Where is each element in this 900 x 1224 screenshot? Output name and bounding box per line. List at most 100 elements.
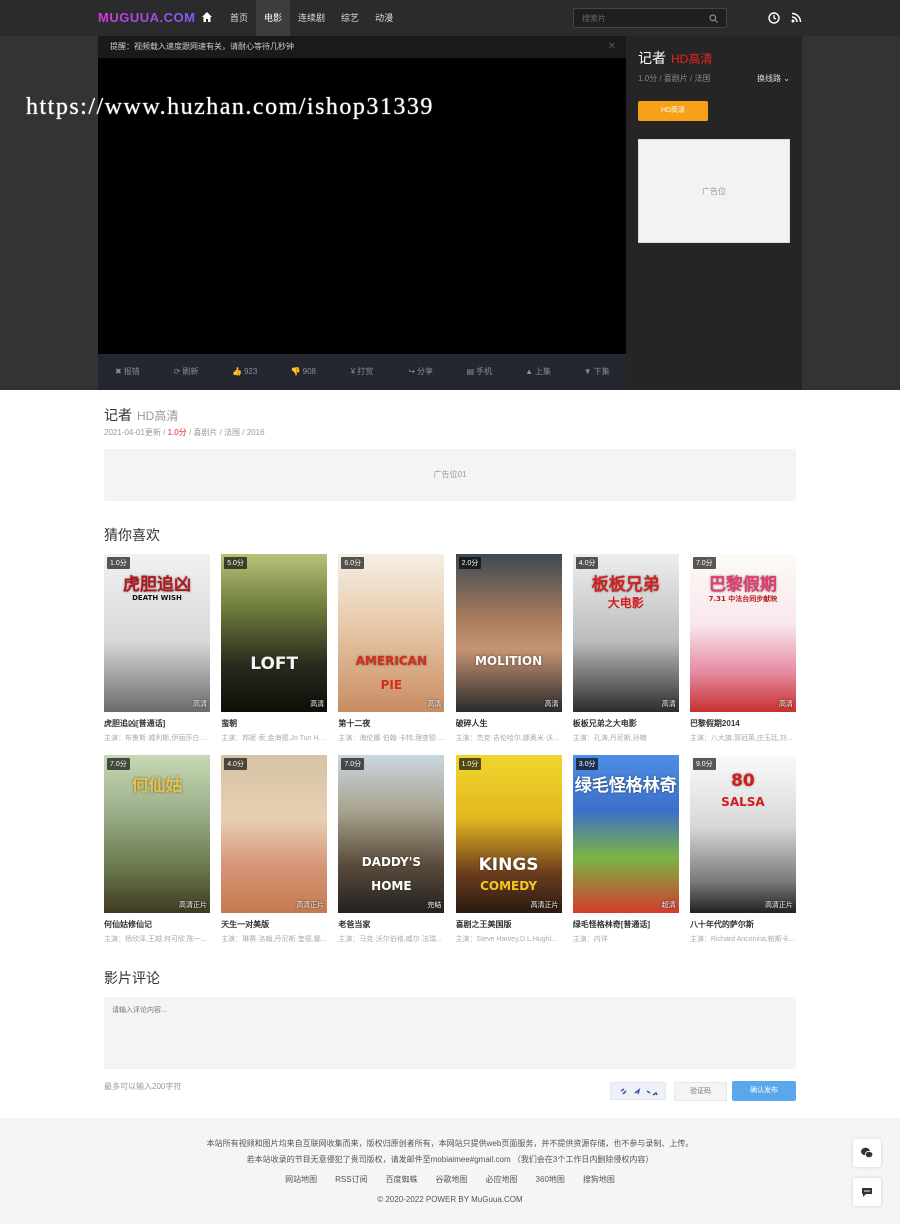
toolbar-icon: ✖ [114,367,122,376]
captcha-image[interactable] [610,1082,666,1100]
movie-card[interactable]: 绿毛怪格林奇 3.0分 超清 绿毛怪格林奇[普通话] 主演：内详 [572,755,679,944]
search-input[interactable] [582,12,702,24]
chat-float-button[interactable] [853,1178,881,1206]
movie-card[interactable]: 虎胆追凶 DEATH WISH 1.0分 高清 虎胆追凶[普通话] 主演：布鲁斯·威利斯,… [104,554,210,743]
movie-card-title[interactable]: 破碎人生 [456,718,562,729]
nav-item[interactable]: 综艺 [333,0,367,36]
movie-card-title[interactable]: 喜剧之王美国版 [456,919,562,930]
movie-card-title[interactable]: 何仙姑修仙记 [104,919,210,930]
score-badge: 3.0分 [575,758,599,770]
home-icon[interactable] [201,11,213,23]
toolbar-button[interactable]: ▼ 下集 [567,354,626,390]
site-logo[interactable]: MUGUUA.COM [98,10,195,25]
movie-card[interactable]: 何仙姑 7.0分 高清正片 何仙姑修仙记 主演：杨欣泽,王越,何可欣,陈一... [104,755,210,944]
movie-card[interactable]: 巴黎假期 7.31 中法台同步献映 7.0分 高清 巴黎假期2014 主演：八大旗,郭冠英… [689,554,796,743]
movie-card-title[interactable]: 虎胆追凶[普通话] [104,718,210,729]
poster-title-art: 绿毛怪格林奇 [574,776,677,796]
movie-card[interactable]: AMERICAN PIE 6.0分 高清 第十二夜 主演：海伦娜·伯翰·卡特,理查德·..… [338,554,445,743]
score-badge: 5.0分 [224,557,247,569]
comment-textarea[interactable] [104,997,796,1069]
movie-card[interactable]: KINGS COMEDY 1.0分 高清正片 喜剧之王美国版 主演：Steve Harve… [455,755,562,944]
movie-card-title[interactable]: 板板兄弟之大电影 [573,718,679,729]
footer-link[interactable]: 必应地图 [486,1174,518,1185]
movie-poster[interactable]: 绿毛怪格林奇 3.0分超清 [572,755,679,913]
toolbar-button[interactable]: ⟳ 刷新 [157,354,216,390]
movie-card[interactable]: 板板兄弟 大电影 4.0分 高清 板板兄弟之大电影 主演：孔涛,丹尼斯,孙楠 [572,554,679,743]
wechat-float-button[interactable] [853,1139,881,1167]
movie-card[interactable]: 4.0分 高清正片 天生一对美版 主演：琳赛·洛翰,丹尼斯·奎德,娜... [221,755,328,944]
movie-card-title[interactable]: 八十年代的萨尔斯 [690,919,796,930]
poster-title-art: 板板兄弟 [591,575,660,595]
quality-label: 超清 [661,902,676,909]
toolbar-button[interactable]: ▤ 手机 [450,354,509,390]
movie-poster[interactable]: AMERICAN PIE 6.0分 高清 [338,554,445,712]
toolbar-button[interactable]: 👎 908 [274,354,333,390]
footer-link[interactable]: 百度蜘蛛 [386,1174,418,1185]
movie-poster[interactable]: 板板兄弟 大电影 4.0分 高清 [572,554,679,712]
score-badge: 1.0分 [107,557,130,569]
movie-poster[interactable]: KINGS COMEDY 1.0分 高清正片 [455,755,562,913]
toolbar-button[interactable]: ↪ 分享 [391,354,450,390]
quality-label: 高清正片 [296,902,325,909]
movie-card[interactable]: 80 SALSA 9.0分 高清正片 八十年代的萨尔斯 主演：Richard Anconi… [689,755,796,944]
footer-link[interactable]: 360地图 [536,1174,565,1185]
panel-meta: 1.0分 / 喜剧片 / 法国 [638,74,711,83]
movie-poster[interactable]: 虎胆追凶 DEATH WISH 1.0分 高清 [104,554,210,712]
movie-card[interactable]: LOFT 5.0分 高清 蛮朝 主演：邦妮·索,金海德,Jo Tun Hy... [221,554,328,743]
meta-suffix: / 喜剧片 / 法国 / 2016 [186,428,265,437]
ad-banner[interactable]: 广告位01 [104,449,796,501]
nav-item[interactable]: 连续剧 [290,0,333,36]
submit-comment-button[interactable]: 确认发布 [732,1081,796,1101]
comments-heading: 影片评论 [104,970,160,986]
footer-link[interactable]: 搜狗地图 [583,1174,615,1185]
movie-card-title[interactable]: 绿毛怪格林奇[普通话] [573,919,679,930]
close-icon[interactable]: ✕ [608,36,616,58]
toolbar-icon: ¥ [350,367,356,376]
switch-line-dropdown[interactable]: 换线路 ⌄ [757,73,790,84]
movie-poster[interactable]: 何仙姑 7.0分 高清正片 [104,755,210,913]
footer-link[interactable]: RSS订阅 [335,1174,367,1185]
top-navbar: MUGUUA.COM 首页 电影 连续剧 综艺 动漫 [0,0,900,36]
movie-poster[interactable]: 巴黎假期 7.31 中法台同步献映 7.0分 高清 [689,554,796,712]
score-badge: 4.0分 [224,758,247,770]
recommend-grid-row-1: 虎胆追凶 DEATH WISH 1.0分 高清 虎胆追凶[普通话] 主演：布鲁斯·威利斯,… [104,554,796,743]
toolbar-label: 下集 [593,367,610,376]
movie-poster[interactable]: 4.0分高清正片 [221,755,328,913]
footer-link[interactable]: 网站地图 [285,1174,317,1185]
episode-button[interactable]: HD高清 [638,101,708,121]
video-player[interactable] [98,36,626,354]
movie-card-title[interactable]: 天生一对美版 [221,919,327,930]
toolbar-button[interactable]: ¥ 打赏 [333,354,392,390]
movie-card-title[interactable]: 巴黎假期2014 [690,718,796,729]
movie-card-title[interactable]: 第十二夜 [338,718,444,729]
quality-label: 高清 [427,701,442,708]
toolbar-button[interactable]: ▲ 上集 [509,354,568,390]
movie-card-title[interactable]: 蛮朝 [221,718,327,729]
rss-icon[interactable] [791,12,802,23]
movie-poster[interactable]: LOFT 5.0分 高清 [221,554,328,712]
movie-title: 记者 HD高清 [104,405,178,425]
movie-poster[interactable]: 80 SALSA 9.0分 高清正片 [689,755,796,913]
toolbar-label: 刷新 [182,367,199,376]
movie-poster[interactable]: DADDY'S HOME 7.0分 完结 [338,755,445,913]
toolbar-button[interactable]: ✖ 报错 [98,354,157,390]
toolbar-icon: ⟳ [173,367,181,376]
nav-item[interactable]: 电影 [256,0,291,36]
movie-card[interactable]: DADDY'S HOME 7.0分 完结 老爸当家 主演：马克·沃尔伯格,威尔·法瑞... [338,755,445,944]
search-icon[interactable] [709,14,718,23]
toolbar-label: 分享 [417,367,434,376]
footer-disclaimer: 本站所有视频和图片均来自互联网收集而来，版权归原创者所有，本网站只提供web页面… [206,1139,694,1148]
nav-item[interactable]: 首页 [222,0,256,36]
player-notice: 提醒：视频载入速度跟网速有关，请耐心等待几秒钟 ✕ [98,36,626,58]
captcha-input[interactable] [674,1082,727,1101]
movie-card-title[interactable]: 老爸当家 [338,919,444,930]
movie-card[interactable]: MOLITION 2.0分 高清 破碎人生 主演：杰克·吉伦哈尔,娜奥米·沃... [455,554,562,743]
footer-link[interactable]: 谷歌地图 [436,1174,468,1185]
ad-slot[interactable]: 广告位 [638,139,790,243]
nav-item[interactable]: 动漫 [367,0,401,36]
movie-poster[interactable]: MOLITION 2.0分 高清 [455,554,562,712]
toolbar-button[interactable]: 👍 923 [215,354,274,390]
recommend-heading: 猜你喜欢 [104,527,160,543]
history-icon[interactable] [768,12,780,24]
movie-meta: 2021-04-01更新 / 1.0分 / 喜剧片 / 法国 / 2016 [104,427,265,438]
